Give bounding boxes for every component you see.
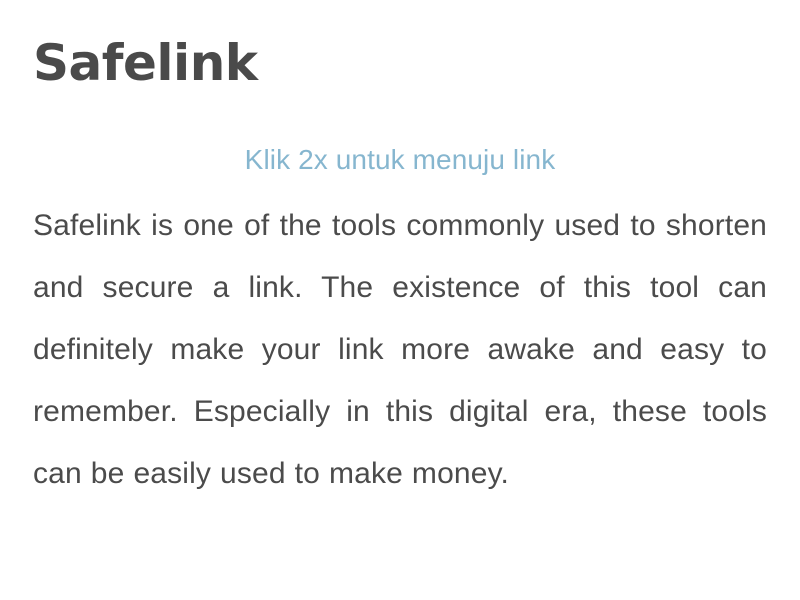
article-body-text: Safelink is one of the tools commonly us… <box>33 208 767 490</box>
click-instruction-notice: Klik 2x untuk menuju link <box>244 144 556 175</box>
article-container: Safelink is one of the tools commonly us… <box>33 177 767 505</box>
safelink-page: Safelink Klik 2x untuk menuju link Safel… <box>0 0 800 600</box>
page-title: Safelink <box>33 34 258 92</box>
